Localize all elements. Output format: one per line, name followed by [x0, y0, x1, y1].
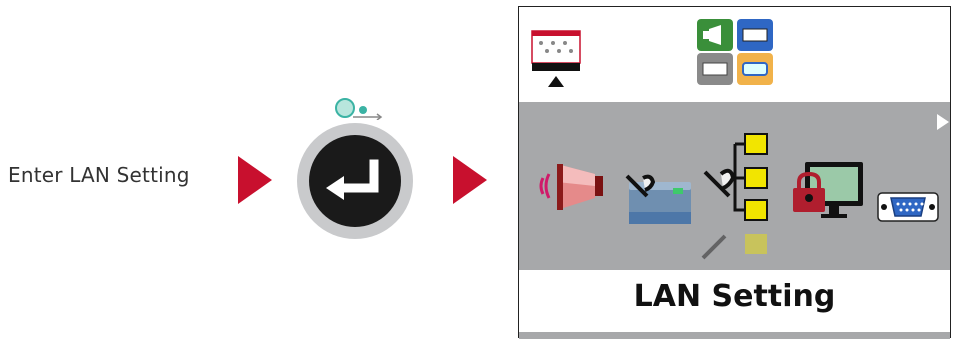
beacon-icon[interactable] [537, 152, 605, 220]
next-arrow-icon [453, 156, 487, 204]
network-tool-icon[interactable] [699, 130, 777, 230]
instruction-text: Enter LAN Setting [8, 163, 190, 187]
top-status-bar [519, 7, 950, 102]
printer-tool-icon[interactable] [623, 172, 695, 227]
menu-carousel [519, 102, 950, 270]
enter-key-icon[interactable] [296, 122, 414, 240]
right-triangle-icon[interactable] [937, 114, 949, 130]
lcd-panel: LAN Setting [518, 6, 951, 339]
printer-status-icon [531, 30, 581, 87]
interface-group-icon [697, 19, 773, 85]
serial-port-icon[interactable] [877, 192, 939, 222]
network-tool-reflection-icon [701, 234, 767, 260]
lock-screen-icon[interactable] [791, 160, 865, 224]
menu-title: LAN Setting [633, 279, 836, 314]
press-indicator-icon [335, 98, 383, 120]
next-arrow-icon [238, 156, 272, 204]
